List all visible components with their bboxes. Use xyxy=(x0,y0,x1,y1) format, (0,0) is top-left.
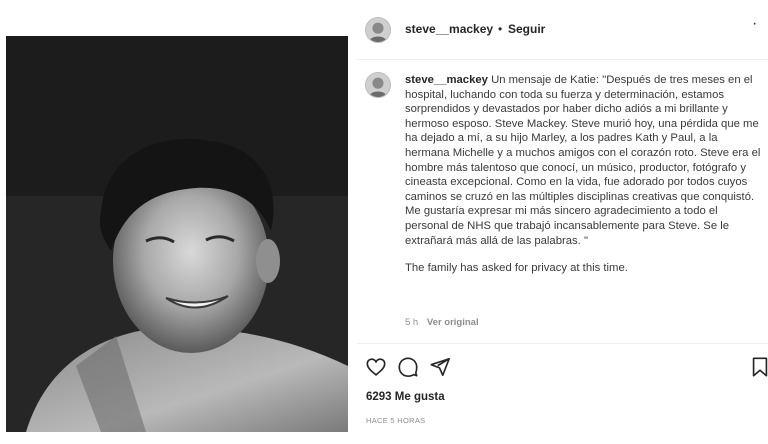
caption-username-link[interactable]: steve__mackey xyxy=(405,74,488,86)
post-header: steve__mackey • Seguir · xyxy=(357,0,768,60)
avatar-portrait-icon xyxy=(366,18,390,42)
photo-illustration xyxy=(6,36,348,432)
post-caption: steve__mackey Un mensaje de Katie: "Desp… xyxy=(405,73,761,276)
caption-section: steve__mackey Un mensaje de Katie: "Desp… xyxy=(357,60,768,344)
follow-button[interactable]: Seguir xyxy=(508,22,545,36)
avatar[interactable] xyxy=(365,17,391,43)
likes-count[interactable]: 6293 Me gusta xyxy=(366,391,445,403)
post-age: 5 h xyxy=(405,317,419,328)
avatar-portrait-icon xyxy=(366,73,390,97)
post-side-panel: steve__mackey • Seguir · steve__mackey U… xyxy=(357,0,768,444)
bookmark-icon[interactable] xyxy=(749,356,768,378)
caption-text: Un mensaje de Katie: "Después de tres me… xyxy=(405,74,761,247)
caption-avatar[interactable] xyxy=(365,72,391,98)
header-username-link[interactable]: steve__mackey xyxy=(405,22,493,36)
separator-dot: • xyxy=(498,22,503,36)
privacy-note: The family has asked for privacy at this… xyxy=(405,262,628,275)
post-photo[interactable] xyxy=(6,36,348,432)
post-timestamp: HACE 5 HORAS xyxy=(366,416,426,425)
more-dots-icon[interactable]: · xyxy=(752,16,757,32)
action-bar xyxy=(357,352,768,382)
caption-meta: 5 h Ver original xyxy=(405,317,479,328)
send-icon[interactable] xyxy=(429,356,451,378)
post-media-panel xyxy=(0,0,357,444)
comment-icon[interactable] xyxy=(397,356,419,378)
heart-icon[interactable] xyxy=(365,356,387,378)
see-original-link[interactable]: Ver original xyxy=(427,317,479,328)
